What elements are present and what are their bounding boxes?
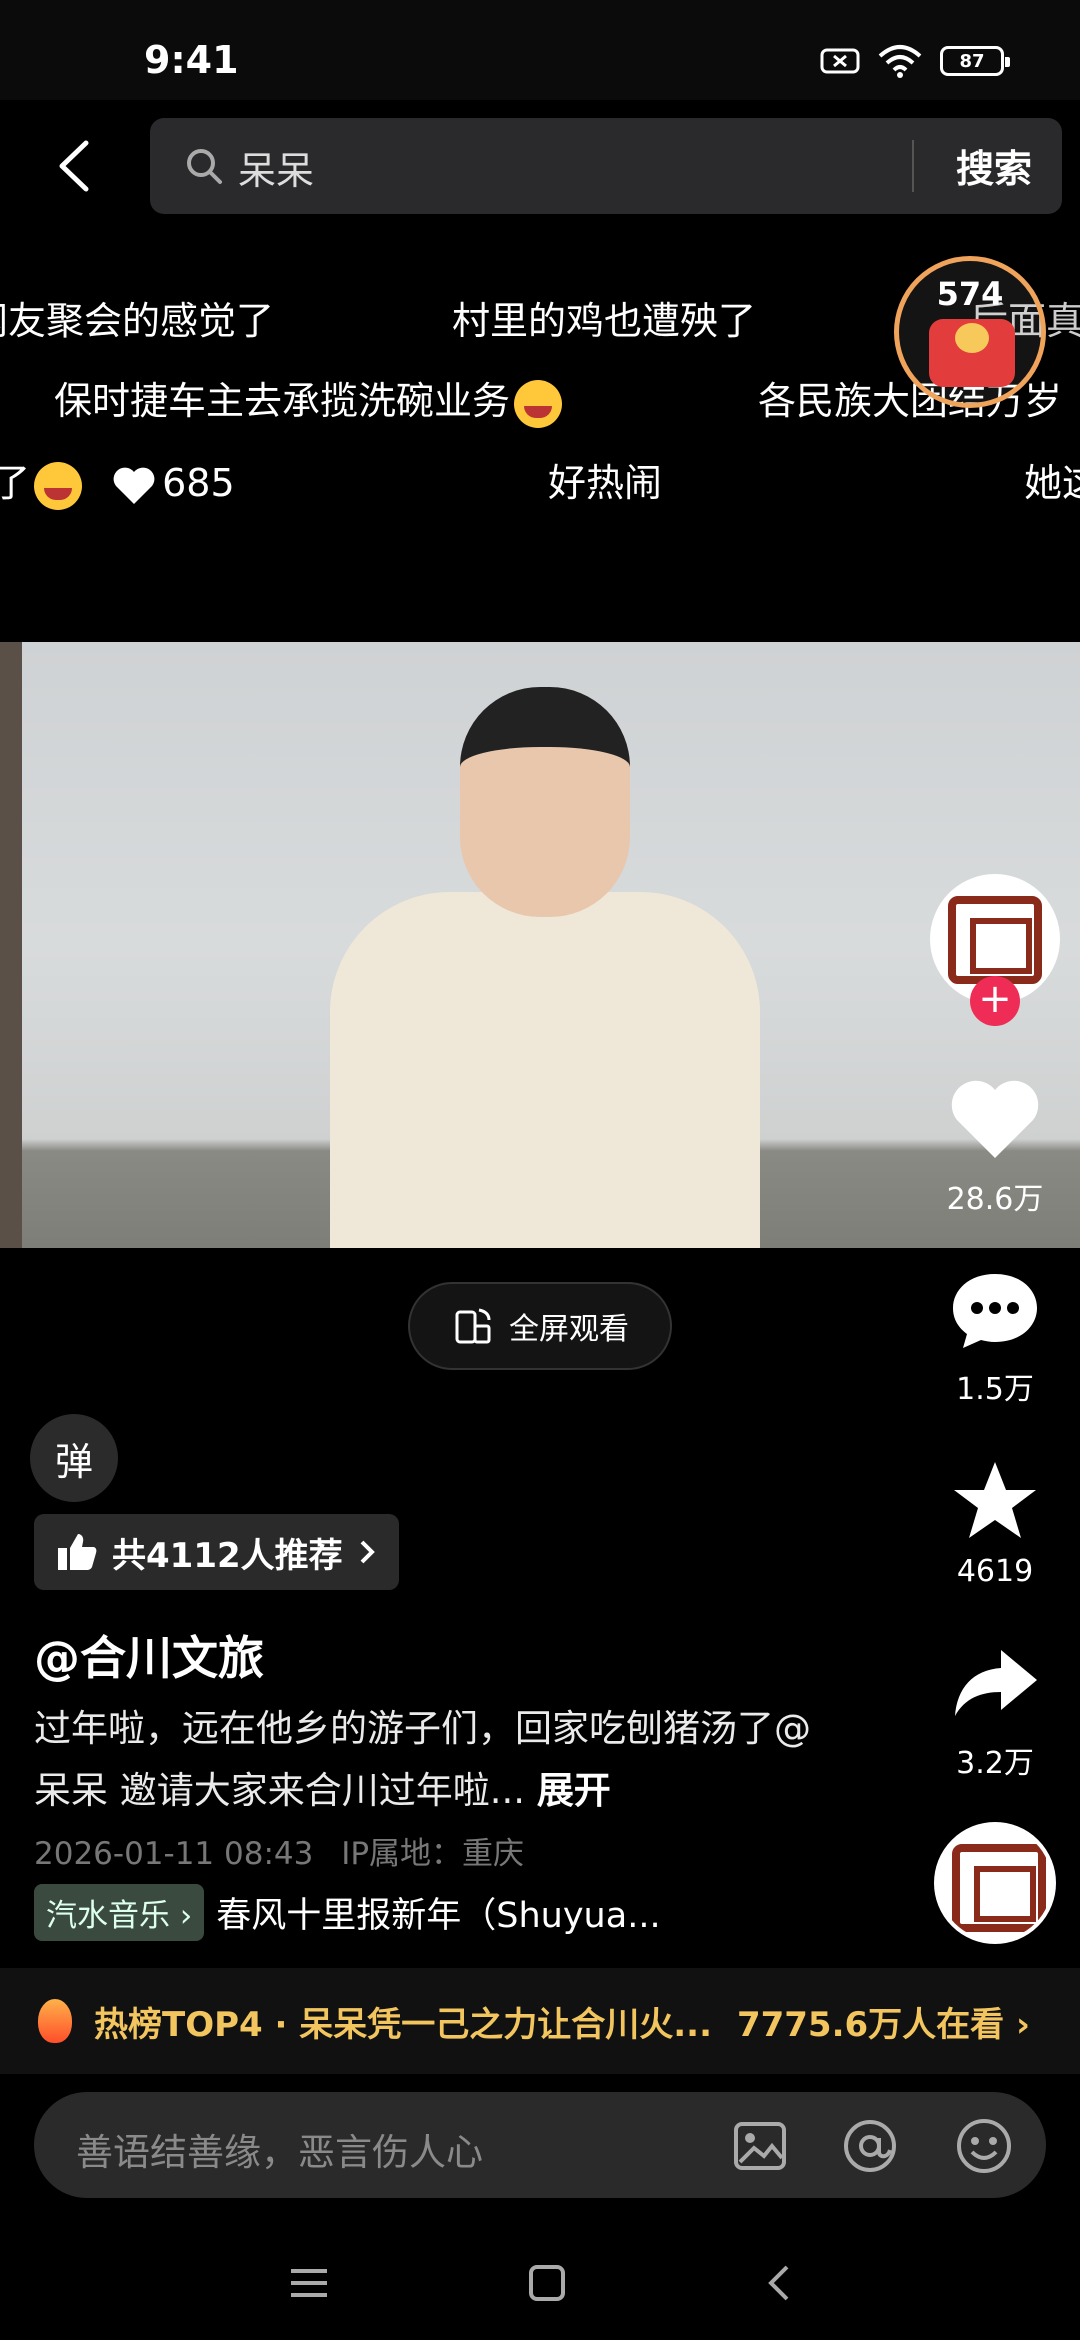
danmaku-comment: 好热闹 xyxy=(548,461,663,505)
danmaku-comment: 她这 xyxy=(1024,461,1080,505)
music-tag-label: 汽水音乐 xyxy=(46,1898,170,1934)
music-row[interactable]: 汽水音乐 › 春风十里报新年（Shuyua... xyxy=(34,1884,661,1941)
search-button[interactable]: 搜索 xyxy=(956,138,1032,193)
emoji-icon[interactable] xyxy=(954,2116,1014,2176)
red-packet-count: 574 xyxy=(936,275,1004,313)
share-button[interactable]: 3.2万 xyxy=(920,1642,1070,1782)
status-icons: 87 xyxy=(820,44,1010,78)
wifi-icon xyxy=(878,45,922,78)
expand-link[interactable]: 展开 xyxy=(537,1769,611,1812)
share-arrow-icon xyxy=(955,1650,1037,1716)
comment-button[interactable]: 1.5万 xyxy=(920,1268,1070,1408)
follow-button[interactable]: + xyxy=(970,976,1020,1026)
comment-count: 1.5万 xyxy=(956,1372,1034,1407)
home-icon[interactable] xyxy=(525,2261,569,2305)
recommend-text: 共4112人推荐 xyxy=(112,1535,343,1576)
music-tag[interactable]: 汽水音乐 › xyxy=(34,1884,205,1941)
fullscreen-button[interactable]: 全屏观看 xyxy=(408,1282,672,1370)
comment-placeholder: 善语结善缘，恶言伤人心 xyxy=(76,2131,483,2174)
fullscreen-label: 全屏观看 xyxy=(509,1312,629,1347)
post-caption: 过年啦，远在他乡的游子们，回家吃刨猪汤了@呆呆 邀请大家来合川过年啦... 展开 xyxy=(34,1698,834,1822)
thumbs-up-icon xyxy=(58,1534,97,1570)
logo-icon xyxy=(948,896,1042,984)
status-time: 9:41 xyxy=(144,38,239,82)
search-query[interactable]: 呆呆 xyxy=(238,140,314,195)
like-button[interactable]: 28.6万 xyxy=(920,1078,1070,1218)
post-ip: IP属地：重庆 xyxy=(341,1836,525,1872)
music-title[interactable]: 春风十里报新年（Shuyua... xyxy=(216,1887,660,1938)
hot-ranking-bar[interactable]: 热榜TOP4 · 呆呆凭一己之力让合川火... 7775.6万人在看 › xyxy=(0,1968,1080,2074)
recommend-chip[interactable]: 共4112人推荐 xyxy=(34,1514,399,1590)
star-icon xyxy=(954,1462,1036,1538)
author-name[interactable]: @合川文旅 xyxy=(34,1622,264,1688)
post-date: 2026-01-11 08:43 xyxy=(34,1836,314,1872)
like-count: 28.6万 xyxy=(946,1182,1044,1217)
search-icon xyxy=(187,149,222,184)
favorite-button[interactable]: 4619 xyxy=(920,1458,1070,1589)
chevron-right-icon xyxy=(360,1540,375,1564)
flame-icon xyxy=(38,1999,72,2043)
battery-icon: 87 xyxy=(940,46,1010,76)
search-divider xyxy=(912,140,914,192)
heart-icon xyxy=(113,467,155,504)
caption-text: 过年啦，远在他乡的游子们，回家吃刨猪汤了@呆呆 邀请大家来合川过年啦... xyxy=(34,1707,811,1812)
rotate-screen-icon xyxy=(455,1308,491,1344)
danmaku-toggle-button[interactable]: 弹 xyxy=(30,1414,118,1502)
search-header: 呆呆 搜索 xyxy=(0,100,1080,230)
search-input[interactable]: 呆呆 搜索 xyxy=(150,118,1062,214)
danmaku-comment: 村里的鸡也遭殃了 xyxy=(452,299,757,343)
video-player[interactable] xyxy=(0,642,1080,1248)
menu-icon[interactable] xyxy=(287,2263,331,2303)
status-bar: 9:41 87 xyxy=(0,0,1080,100)
no-sim-icon xyxy=(820,48,860,74)
hot-ranking-text: 热榜TOP4 · 呆呆凭一己之力让合川火... xyxy=(94,2004,713,2045)
logo-icon xyxy=(952,1844,1046,1932)
watching-count: 7775.6万人在看 › xyxy=(736,2004,1030,2045)
red-packet-icon xyxy=(929,319,1015,387)
comment-bubble-icon xyxy=(953,1274,1037,1348)
danmaku-comment: 网友聚会的感觉了 xyxy=(0,299,275,343)
favorite-count: 4619 xyxy=(956,1554,1034,1589)
share-count: 3.2万 xyxy=(956,1746,1034,1781)
danmaku-text: 保时捷车主去承揽洗碗业务 xyxy=(54,379,511,423)
danmaku-comment: 了 685 xyxy=(0,452,235,510)
danmaku-comment: 保时捷车主去承揽洗碗业务 xyxy=(54,370,563,428)
mention-icon[interactable] xyxy=(840,2116,900,2176)
music-disc-avatar[interactable] xyxy=(934,1822,1056,1944)
post-meta: 2026-01-11 08:43 IP属地：重庆 xyxy=(34,1828,524,1873)
battery-level: 87 xyxy=(959,50,985,72)
system-nav-bar xyxy=(0,2226,1080,2340)
video-frame-person xyxy=(330,892,760,1248)
image-icon[interactable] xyxy=(730,2116,790,2176)
back-button[interactable] xyxy=(48,136,98,196)
heart-icon xyxy=(951,1080,1039,1158)
danmaku-text: 了 xyxy=(0,461,31,505)
red-packet-button[interactable]: 574 xyxy=(894,256,1046,408)
danmaku-like-count: 685 xyxy=(162,461,235,505)
back-icon[interactable] xyxy=(763,2261,793,2305)
laughing-cry-emoji-icon xyxy=(34,461,83,510)
laughing-cry-emoji-icon xyxy=(514,379,563,428)
comment-input[interactable]: 善语结善缘，恶言伤人心 xyxy=(34,2092,1046,2198)
back-arrow-icon xyxy=(59,140,89,192)
